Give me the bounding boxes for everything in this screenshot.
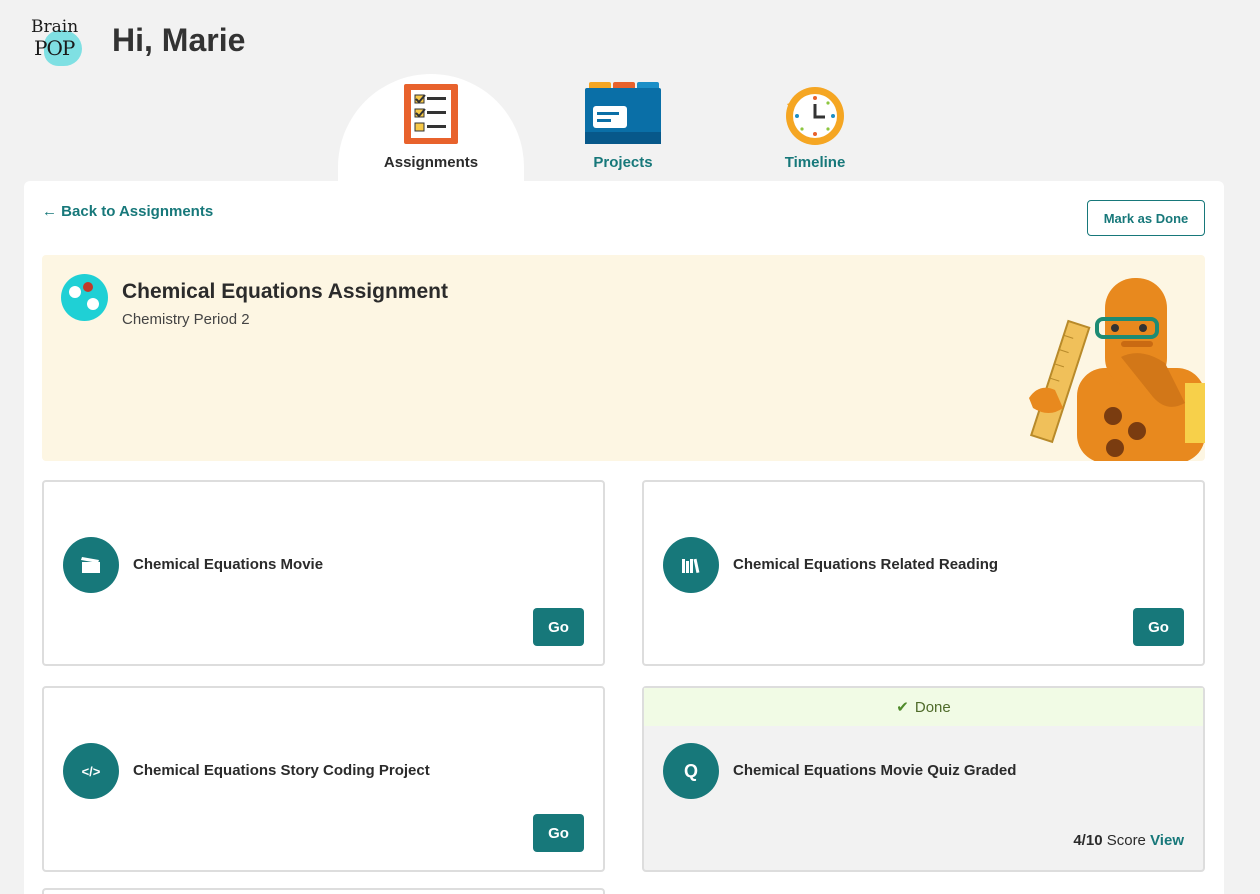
card-title: Chemical Equations Related Reading xyxy=(733,556,999,573)
greeting-heading: Hi, Marie xyxy=(112,22,246,58)
checklist-icon xyxy=(404,84,458,144)
checkmark-icon: ✔ xyxy=(896,699,909,716)
score-label: Score xyxy=(1106,832,1146,849)
clock-icon xyxy=(786,87,844,145)
go-button[interactable]: Go xyxy=(533,814,584,852)
quiz-score: 4/10 Score View xyxy=(1073,832,1184,849)
mark-as-done-button[interactable]: Mark as Done xyxy=(1087,200,1205,236)
back-to-assignments-link[interactable]: ← Back to Assignments xyxy=(42,203,213,220)
tab-projects[interactable]: Projects xyxy=(530,74,716,184)
tab-label-projects: Projects xyxy=(593,154,653,171)
brainpop-logo[interactable]: Brain POP xyxy=(28,16,84,68)
moby-robot-illustration xyxy=(1029,278,1205,461)
assignment-banner: Chemical Equations Assignment Chemistry … xyxy=(42,255,1205,461)
chemistry-topic-icon xyxy=(61,274,108,321)
code-icon: </> xyxy=(63,743,119,799)
tab-label-timeline: Timeline xyxy=(784,154,846,171)
tab-assignments[interactable]: Assignments xyxy=(338,74,524,184)
activity-card-partial xyxy=(42,888,605,894)
main-tabs: Assignments Projects Timeline xyxy=(338,74,878,184)
tab-label-assignments: Assignments xyxy=(383,154,479,171)
go-button[interactable]: Go xyxy=(533,608,584,646)
activity-card-movie-quiz: ✔ Done Q Chemical Equations Movie Quiz G… xyxy=(642,686,1205,872)
back-link-label: Back to Assignments xyxy=(61,203,214,220)
activity-card-movie: Chemical Equations Movie Go xyxy=(42,480,605,666)
card-title: Chemical Equations Movie xyxy=(133,556,324,573)
arrow-left-icon: ← xyxy=(42,203,57,220)
score-value: 4/10 xyxy=(1073,832,1103,849)
quiz-icon: Q xyxy=(663,743,719,799)
tab-timeline[interactable]: Timeline xyxy=(722,74,908,184)
activity-card-related-reading: Chemical Equations Related Reading Go xyxy=(642,480,1205,666)
clapperboard-icon xyxy=(63,537,119,593)
card-title: Chemical Equations Story Coding Project xyxy=(133,762,430,779)
class-name: Chemistry Period 2 xyxy=(122,311,250,328)
logo-text-brain: Brain xyxy=(31,17,79,37)
go-button[interactable]: Go xyxy=(1133,608,1184,646)
view-score-link[interactable]: View xyxy=(1150,832,1184,849)
logo-text-pop: POP xyxy=(34,36,75,60)
books-icon xyxy=(663,537,719,593)
assignment-title: Chemical Equations Assignment xyxy=(122,280,448,303)
done-status-label: Done xyxy=(914,698,951,716)
card-title: Chemical Equations Movie Quiz Graded xyxy=(733,762,1017,779)
folder-icon xyxy=(585,82,661,144)
done-status-bar: ✔ Done xyxy=(644,688,1203,726)
activity-card-coding-project: </> Chemical Equations Story Coding Proj… xyxy=(42,686,605,872)
